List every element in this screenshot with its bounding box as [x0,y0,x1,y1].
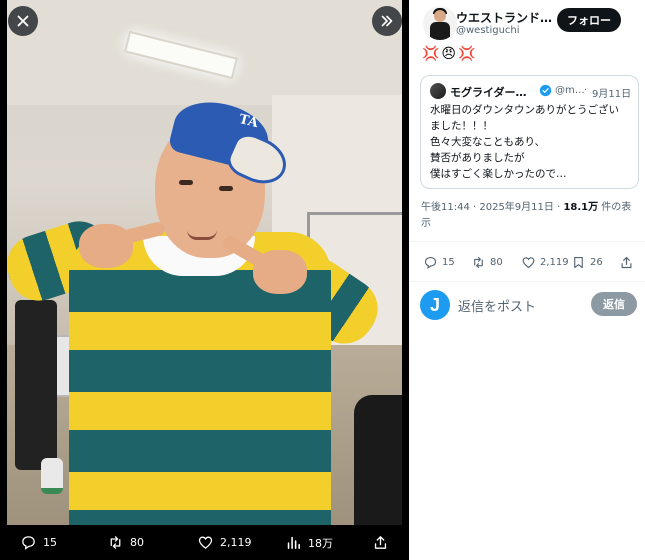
bookmark-icon [574,256,583,268]
quoted-author-avatar [430,83,446,99]
like-count: 2,119 [540,256,569,268]
post-text: 💢😠💢 [422,46,478,62]
quoted-text-line: 僕はすごく楽しかったので… [430,168,567,180]
author-avatar[interactable] [423,6,457,40]
quoted-post[interactable]: モグライダー… @m… · 9月11日 水曜日のダウンタウンありがとうござい ま… [420,75,639,189]
quoted-separator: · [584,85,588,96]
post-action-bar: 15 80 2,119 26 [409,250,645,274]
bookmark-button[interactable]: 26 [571,250,603,274]
reply-icon [22,536,35,550]
divider [409,241,645,242]
expand-panel-button[interactable] [372,6,402,36]
author-name[interactable]: ウエストランド… [456,9,556,26]
bookmark-count: 26 [590,256,603,268]
post-media-viewer-page: TA 15 80 2,119 18万 ウエストランド… @westiguchi … [0,0,645,560]
media-action-bar: 15 80 2,119 18万 [0,525,409,560]
quoted-author-name: モグライダー… [450,86,527,99]
follow-button[interactable]: フォロー [557,8,621,32]
repost-icon [474,256,483,268]
heart-icon [198,536,213,549]
close-button[interactable] [8,6,38,36]
media-repost-button[interactable]: 80 [107,525,144,560]
quoted-text-line: 色々大変なこともあり、 [430,136,546,148]
quoted-text: 水曜日のダウンタウンありがとうござい ました！！！ 色々大変なこともあり、 賛否… [430,102,635,182]
like-button[interactable]: 2,119 [521,250,569,274]
reply-button[interactable]: 15 [423,250,455,274]
post-metadata: 午後11:44 · 2025年9月11日 · 18.1万 件の表示 [421,200,636,232]
current-user-avatar[interactable]: J [420,290,450,320]
double-chevron-right-icon [381,15,393,27]
repost-icon [110,536,121,549]
reply-submit-button[interactable]: 返信 [591,292,637,316]
quoted-author-handle: @m… [555,85,585,96]
avatar-head [434,10,446,22]
share-icon [621,256,632,268]
repost-count: 80 [490,256,503,268]
post-photo[interactable]: TA [7,0,402,525]
reply-input[interactable]: 返信をポスト [458,296,536,315]
right-eye [219,186,233,191]
avatar-body [430,22,450,40]
divider [409,281,645,282]
share-button[interactable] [619,250,634,274]
left-eye [179,180,193,185]
media-like-count: 2,119 [220,536,252,549]
post-timestamp[interactable]: 午後11:44 · 2025年9月11日 · [421,202,563,213]
heart-icon [522,256,535,268]
share-icon [374,536,387,549]
media-reply-button[interactable]: 15 [20,525,57,560]
quoted-text-line: 賛否がありましたが [430,152,525,164]
media-repost-count: 80 [130,536,144,549]
post-detail-panel: ウエストランド… @westiguchi フォロー 💢😠💢 モグライダー… @m… [409,0,645,560]
reply-count: 15 [442,256,455,268]
media-share-button[interactable] [372,525,389,560]
analytics-icon [287,536,300,549]
view-count: 18.1万 [563,202,599,213]
verified-badge-icon [539,84,552,97]
media-viewer: TA 15 80 2,119 18万 [0,0,409,560]
media-views-button[interactable]: 18万 [285,525,333,560]
media-views-count: 18万 [308,536,333,550]
quoted-date: 9月11日 [592,89,632,100]
person-figure: TA [7,0,402,525]
quoted-text-line: 水曜日のダウンタウンありがとうござい [430,104,619,116]
reply-icon [424,256,437,269]
author-handle[interactable]: @westiguchi [456,25,520,36]
repost-button[interactable]: 80 [471,250,503,274]
quoted-text-line: ました！！！ [430,120,493,132]
close-icon [17,15,29,27]
media-reply-count: 15 [43,536,57,549]
media-like-button[interactable]: 2,119 [197,525,252,560]
